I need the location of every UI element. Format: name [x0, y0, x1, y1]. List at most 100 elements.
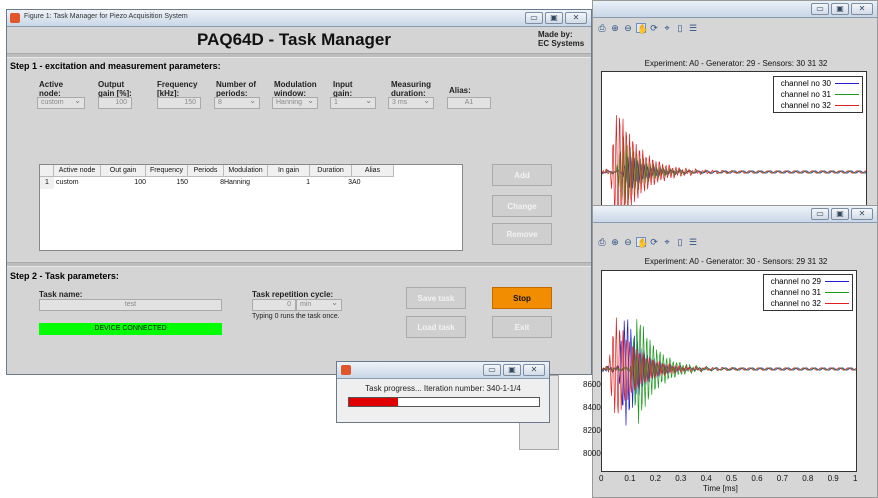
plot-window-bottom: ▭ ▣ ✕ ⎙ ⊕ ⊖ ✋ ⟳ ⌖ ▯ ☰ Experiment: A0 - Generator:… — [583, 205, 878, 498]
minimize-icon[interactable]: ▭ — [811, 208, 829, 220]
zoom-out-icon[interactable]: ⊖ — [623, 237, 633, 247]
maximize-icon[interactable]: ▣ — [545, 12, 563, 24]
add-button[interactable]: Add — [492, 164, 552, 186]
x-tick-label: 0.5 — [726, 474, 738, 483]
legend-item: channel no 31 — [780, 90, 831, 99]
x-tick-label: 0.2 — [649, 474, 661, 483]
step1-heading: Step 1 - excitation and measurement para… — [10, 61, 221, 71]
colorbar-icon[interactable]: ▯ — [675, 23, 685, 33]
window-title: Figure 1: Task Manager for Piezo Acquisi… — [24, 13, 188, 20]
table-cell: A0 — [352, 179, 361, 186]
plot-window-bottom-titlebar[interactable]: ▭ ▣ ✕ — [593, 206, 877, 223]
y-tick-label: 8200 — [583, 426, 601, 435]
x-tick-label: 0 — [599, 474, 604, 483]
change-button[interactable]: Change — [492, 195, 552, 217]
legend-item: channel no 31 — [770, 288, 821, 297]
minimize-icon[interactable]: ▭ — [811, 3, 829, 15]
plot-toolbar: ⎙ ⊕ ⊖ ✋ ⟳ ⌖ ▯ ☰ — [597, 23, 698, 34]
x-tick-label: 0.7 — [776, 474, 788, 483]
remove-button[interactable]: Remove — [492, 223, 552, 245]
table-cell: 1 — [306, 179, 310, 186]
active-node-select[interactable]: custom — [37, 96, 85, 109]
series-line — [601, 114, 867, 234]
stop-button[interactable]: Stop — [492, 287, 552, 309]
progress-titlebar[interactable]: ▭ ▣ ✕ — [337, 362, 549, 379]
made-by-company: EC Systems — [538, 39, 585, 48]
column-header[interactable]: In gain — [268, 165, 310, 177]
colorbar-icon[interactable]: ▯ — [675, 237, 685, 247]
maximize-icon[interactable]: ▣ — [831, 3, 849, 15]
progress-text: Task progress... Iteration number: 340-1… — [365, 384, 521, 393]
table-row[interactable]: 1 custom 100 150 8 Hanning 1 3 A0 — [40, 177, 462, 189]
rotate-icon[interactable]: ⟳ — [649, 237, 659, 247]
x-tick-label: 0.3 — [675, 474, 687, 483]
pan-icon[interactable]: ✋ — [636, 237, 648, 248]
minimize-icon[interactable]: ▭ — [525, 12, 543, 24]
legend-item: channel no 29 — [770, 277, 821, 286]
y-tick-label: 8400 — [583, 403, 601, 412]
x-axis-label: Time [ms] — [703, 484, 738, 493]
y-tick-label: 8600 — [583, 380, 601, 389]
column-header[interactable]: Duration — [310, 165, 352, 177]
task-manager-window: Figure 1: Task Manager for Piezo Acquisi… — [6, 9, 592, 375]
x-tick-label: 0.4 — [700, 474, 712, 483]
task-name-input[interactable]: test — [39, 299, 222, 311]
modulation-select[interactable]: Hanning — [272, 96, 318, 109]
maximize-icon[interactable]: ▣ — [831, 208, 849, 220]
minimize-icon[interactable]: ▭ — [483, 364, 501, 376]
plot-window-top: ▭ ▣ ✕ ⎙ ⊕ ⊖ ✋ ⟳ ⌖ ▯ ☰ Experiment: A0 - Generator:… — [592, 0, 878, 234]
x-tick-label: 0.6 — [751, 474, 763, 483]
matlab-logo-icon — [341, 365, 351, 375]
output-gain-input[interactable]: 100 — [98, 97, 132, 109]
y-tick-label: 8000 — [583, 449, 601, 458]
column-header[interactable]: Periods — [188, 165, 224, 177]
x-tick-label: 0.9 — [827, 474, 839, 483]
frequency-label: Frequency [kHz]: — [157, 80, 198, 98]
maximize-icon[interactable]: ▣ — [503, 364, 521, 376]
close-icon[interactable]: ✕ — [523, 364, 545, 376]
zoom-in-icon[interactable]: ⊕ — [610, 237, 620, 247]
pan-icon[interactable]: ✋ — [636, 23, 648, 34]
repetition-note: Typing 0 runs the task once. — [252, 313, 340, 320]
active-node-label: Active node: — [39, 80, 64, 98]
repetition-unit-select[interactable]: min — [296, 298, 342, 311]
load-task-button[interactable]: Load task — [406, 316, 466, 338]
table-header: Active node Out gain Frequency Periods M… — [40, 165, 462, 177]
close-icon[interactable]: ✕ — [851, 3, 873, 15]
task-table[interactable]: Active node Out gain Frequency Periods M… — [39, 164, 463, 251]
plot-window-top-titlebar[interactable]: ▭ ▣ ✕ — [593, 1, 877, 18]
close-icon[interactable]: ✕ — [851, 208, 873, 220]
plot-title-bottom: Experiment: A0 - Generator: 30 - Sensors… — [644, 257, 828, 266]
close-icon[interactable]: ✕ — [565, 12, 587, 24]
exit-button[interactable]: Exit — [492, 316, 552, 338]
alias-input[interactable]: A1 — [447, 97, 491, 109]
rotate-icon[interactable]: ⟳ — [649, 23, 659, 33]
progress-fill — [349, 398, 399, 406]
print-icon[interactable]: ⎙ — [597, 237, 607, 247]
save-task-button[interactable]: Save task — [406, 287, 466, 309]
legend-item: channel no 30 — [780, 79, 831, 88]
legend-icon[interactable]: ☰ — [688, 237, 698, 247]
column-header[interactable]: Modulation — [224, 165, 268, 177]
plot-title-top: Experiment: A0 - Generator: 29 - Sensors… — [644, 59, 828, 68]
duration-select[interactable]: 3 ms — [388, 96, 434, 109]
periods-select[interactable]: 8 — [214, 96, 260, 109]
table-cell: 100 — [134, 179, 146, 186]
column-header[interactable]: Frequency — [146, 165, 188, 177]
data-cursor-icon[interactable]: ⌖ — [662, 237, 672, 247]
legend-icon[interactable]: ☰ — [688, 23, 698, 33]
column-header[interactable]: Active node — [54, 165, 101, 177]
table-cell: custom — [56, 179, 79, 186]
column-header[interactable]: Out gain — [101, 165, 146, 177]
input-gain-select[interactable]: 1 — [330, 96, 376, 109]
repetition-label: Task repetition cycle: — [252, 290, 334, 299]
frequency-input[interactable]: 150 — [157, 97, 201, 109]
task-manager-titlebar[interactable]: Figure 1: Task Manager for Piezo Acquisi… — [7, 10, 591, 27]
print-icon[interactable]: ⎙ — [597, 23, 607, 33]
column-header[interactable] — [40, 165, 54, 177]
zoom-in-icon[interactable]: ⊕ — [610, 23, 620, 33]
column-header[interactable]: Alias — [352, 165, 394, 177]
data-cursor-icon[interactable]: ⌖ — [662, 23, 672, 33]
repetition-input[interactable]: 0 — [252, 299, 296, 311]
zoom-out-icon[interactable]: ⊖ — [623, 23, 633, 33]
